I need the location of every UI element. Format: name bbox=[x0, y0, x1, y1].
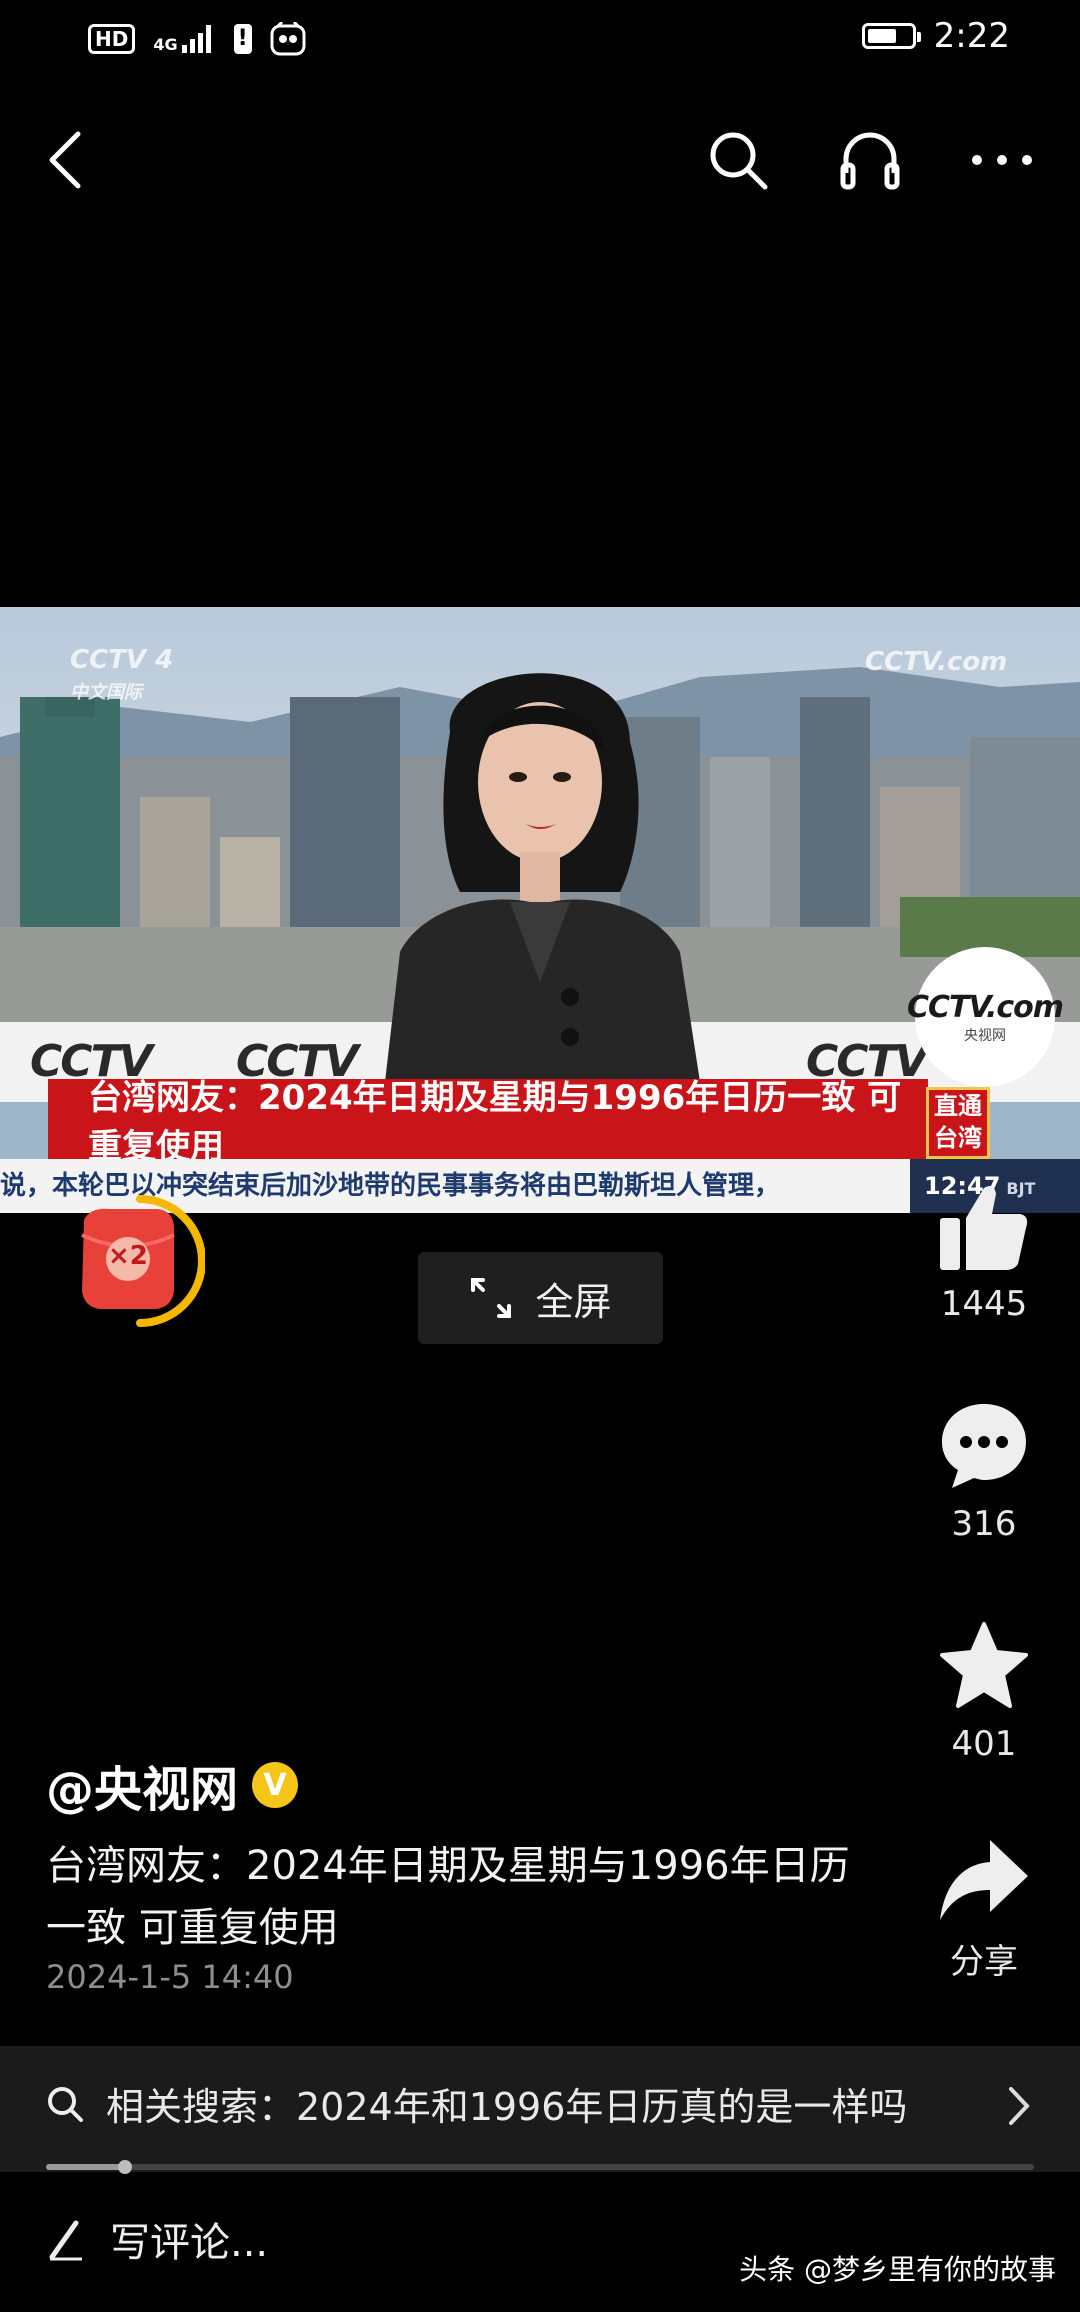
video-progress-handle[interactable] bbox=[118, 2160, 132, 2174]
post-date: 2024-1-5 14:40 bbox=[46, 1958, 294, 1996]
comment-count: 316 bbox=[951, 1504, 1017, 1544]
site-watermark: CCTV.com bbox=[865, 647, 1008, 677]
fullscreen-label: 全屏 bbox=[535, 1279, 612, 1324]
share-arrow-icon bbox=[940, 1840, 1028, 1920]
related-search-bar[interactable]: 相关搜索：2024年和1996年日历真的是一样吗 bbox=[0, 2046, 1080, 2172]
star-icon bbox=[940, 1622, 1028, 1708]
status-right: 2:22 bbox=[861, 16, 1010, 56]
like-button[interactable]: 1445 bbox=[914, 1180, 1054, 1324]
author-row[interactable]: @央视网 V bbox=[46, 1750, 299, 1820]
search-button[interactable] bbox=[698, 120, 778, 200]
news-headline-bar: 台湾网友：2024年日期及星期与1996年日历一致 可重复使用 bbox=[48, 1078, 928, 1167]
related-search-text: 相关搜索：2024年和1996年日历真的是一样吗 bbox=[106, 2085, 908, 2129]
back-button[interactable] bbox=[26, 120, 106, 200]
comment-bubble-icon bbox=[942, 1404, 1026, 1488]
red-packet-multiplier: ×2 bbox=[108, 1241, 148, 1271]
video-progress-track[interactable] bbox=[46, 2164, 1034, 2170]
app-notification-icon bbox=[270, 22, 306, 56]
chevron-right-icon bbox=[1009, 2087, 1030, 2125]
more-icon bbox=[972, 155, 1032, 165]
search-icon bbox=[710, 132, 768, 190]
author-name[interactable]: @央视网 bbox=[46, 1750, 238, 1820]
hd-icon: HD bbox=[88, 24, 136, 54]
favorite-count: 401 bbox=[951, 1724, 1017, 1764]
thumbs-up-icon bbox=[940, 1186, 1028, 1270]
status-bar: HD 4G ! 2:22 bbox=[0, 0, 1080, 80]
status-time: 2:22 bbox=[933, 16, 1010, 56]
more-button[interactable] bbox=[962, 120, 1042, 200]
signal-icon: 4G bbox=[153, 25, 215, 53]
battery-icon bbox=[861, 23, 921, 49]
like-count: 1445 bbox=[940, 1284, 1028, 1324]
video-progress-fill bbox=[46, 2164, 125, 2170]
verified-badge-icon: V bbox=[252, 1762, 299, 1808]
source-credit: 头条 @梦乡里有你的故事 bbox=[739, 2253, 1056, 2286]
alert-icon: ! bbox=[233, 24, 252, 54]
favorite-button[interactable]: 401 bbox=[914, 1620, 1054, 1764]
news-headline: 台湾网友：2024年日期及星期与1996年日历一致 可重复使用 bbox=[88, 1078, 902, 1167]
pen-icon bbox=[49, 2220, 82, 2261]
share-label: 分享 bbox=[950, 1942, 1018, 1982]
channel-watermark: CCTV 4 中文国际 bbox=[70, 645, 174, 703]
red-packet-widget[interactable]: ×2 bbox=[70, 1195, 206, 1330]
fullscreen-button[interactable]: 全屏 bbox=[418, 1252, 663, 1344]
fullscreen-icon bbox=[471, 1278, 512, 1318]
listen-button[interactable] bbox=[830, 120, 910, 200]
comment-placeholder: 写评论... bbox=[110, 2220, 269, 2266]
headphones-icon bbox=[840, 132, 900, 190]
comment-button[interactable]: 316 bbox=[914, 1400, 1054, 1544]
channel-tag: 直通台湾 bbox=[926, 1087, 990, 1159]
back-arrow-icon bbox=[49, 131, 81, 189]
post-description: 台湾网友：2024年日期及星期与1996年日历一致 可重复使用 bbox=[46, 1843, 850, 1951]
status-left-icons: HD 4G ! bbox=[88, 22, 306, 56]
network-type-label: 4G bbox=[153, 35, 178, 54]
video-player[interactable]: CCTV 4 中文国际 CCTV.com CCTV CCTV CCTV 台湾网友：… bbox=[0, 607, 1080, 1213]
share-button[interactable]: 分享 bbox=[914, 1838, 1054, 1983]
cctv-com-logo: CCTV.com 央视网 bbox=[907, 947, 1064, 1087]
search-icon bbox=[48, 2086, 83, 2122]
write-comment-input[interactable]: 写评论... bbox=[46, 2210, 268, 2268]
related-search-row: 相关搜索：2024年和1996年日历真的是一样吗 bbox=[46, 2076, 907, 2131]
